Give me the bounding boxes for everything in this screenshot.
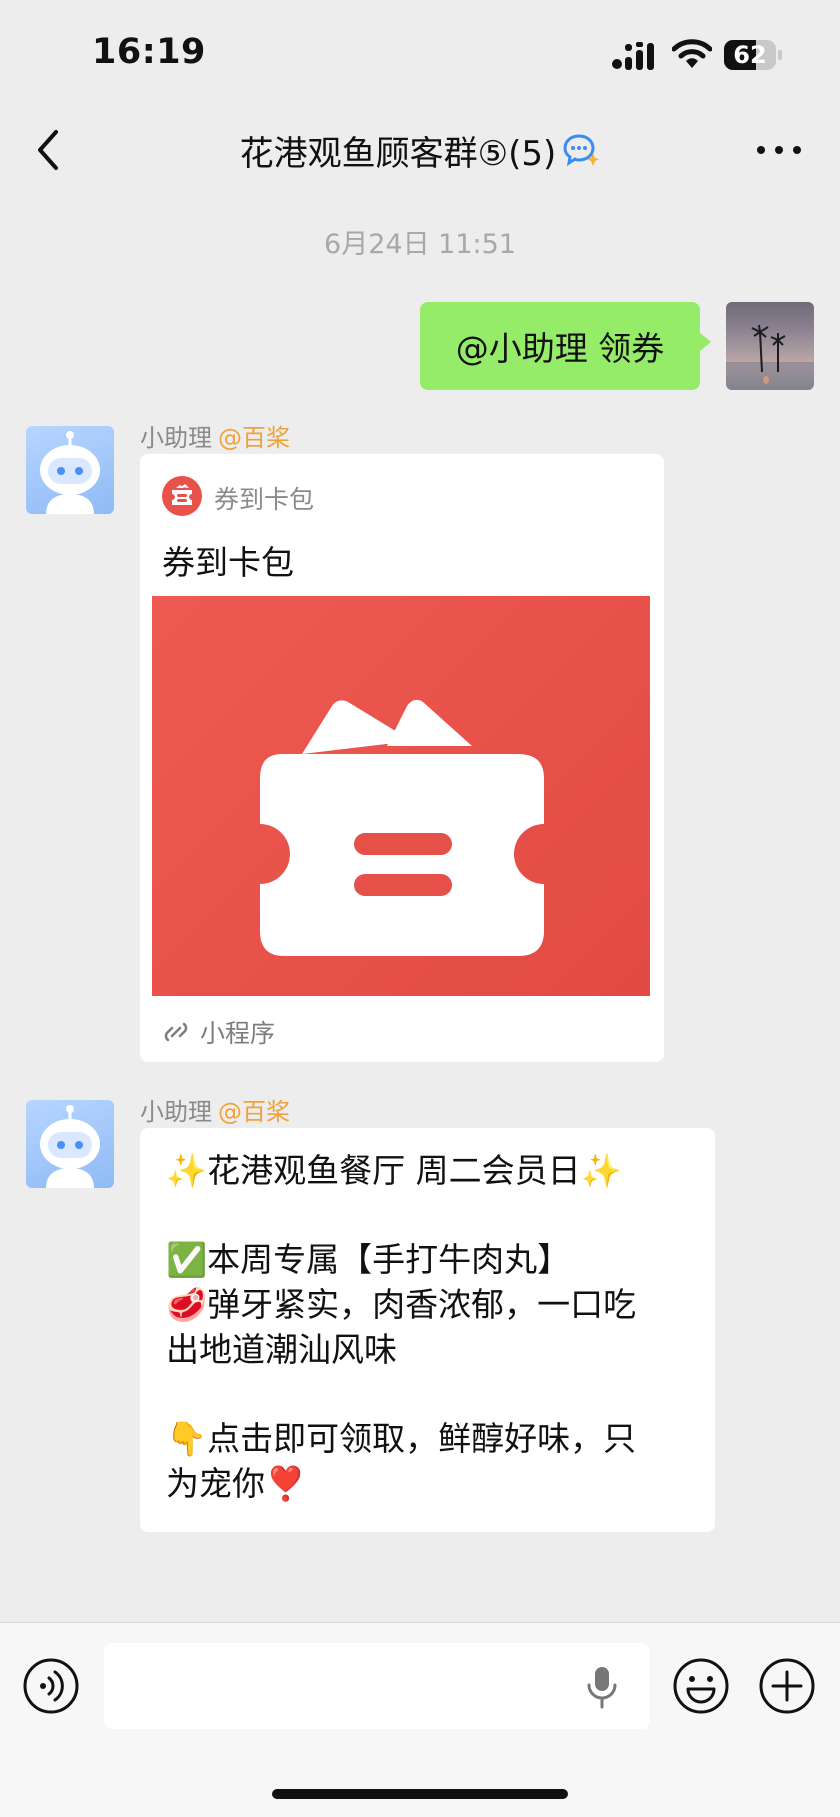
message-line: ✅本周专属【手打牛肉丸】 — [166, 1240, 571, 1279]
palm-tree-photo — [726, 324, 814, 390]
chat-ai-icon[interactable] — [562, 133, 600, 167]
mini-program-card[interactable]: 券到卡包 券到卡包 小程序 — [140, 454, 664, 1062]
status-bar: 16:19 62 — [0, 0, 840, 100]
outgoing-message-bubble[interactable]: @小助理 领券 — [420, 302, 711, 390]
cellular-signal-icon — [612, 42, 654, 70]
emoji-icon[interactable] — [672, 1657, 730, 1715]
mini-program-title: 券到卡包 — [162, 543, 294, 582]
mini-program-logo-icon — [162, 476, 202, 516]
bot-avatar[interactable] — [26, 426, 114, 514]
mini-program-link-icon — [164, 1022, 188, 1042]
wifi-icon — [672, 39, 712, 68]
message-line: 🥩弹牙紧实，肉香浓郁，一口吃 — [166, 1285, 637, 1324]
microphone-icon[interactable] — [586, 1665, 618, 1709]
coupon-wallet-icon — [260, 699, 544, 956]
mini-program-cover-image — [152, 596, 650, 996]
message-line: 出地道潮汕风味 — [166, 1330, 397, 1369]
mini-program-name: 券到卡包 — [214, 485, 315, 514]
input-bar — [0, 1622, 840, 1817]
robot-icon — [40, 1105, 100, 1188]
message-timestamp: 6月24日 11:51 — [324, 229, 516, 260]
robot-icon — [40, 431, 100, 514]
nav-title-group: 花港观鱼顾客群⑤(5) — [0, 124, 840, 176]
message-input[interactable] — [104, 1643, 650, 1729]
plus-icon[interactable] — [758, 1657, 816, 1715]
sender-name: 小助理 — [140, 1098, 212, 1126]
message-line: 为宠你❣️ — [166, 1464, 307, 1503]
message-line: ✨花港观鱼餐厅 周二会员日✨ — [166, 1151, 622, 1190]
nav-bar: 花港观鱼顾客群⑤(5) — [0, 100, 840, 200]
chat-title: 花港观鱼顾客群⑤(5) — [239, 133, 557, 174]
mini-program-footer: 小程序 — [162, 1014, 275, 1050]
sender-tag: @百桨 — [218, 1098, 290, 1126]
outgoing-message-text: @小助理 领券 — [455, 329, 665, 368]
status-time: 16:19 — [92, 32, 206, 72]
self-avatar[interactable] — [726, 302, 814, 390]
battery-level: 62 — [733, 41, 767, 69]
message-line: 👇点击即可领取，鲜醇好味，只 — [166, 1419, 637, 1458]
ellipsis-icon[interactable] — [754, 140, 804, 160]
sender-name: 小助理 — [140, 424, 212, 452]
voice-icon[interactable] — [22, 1657, 80, 1715]
sender-label: 小助理 @百桨 — [140, 418, 290, 453]
battery-icon: 62 — [724, 40, 782, 70]
home-indicator[interactable] — [272, 1789, 568, 1799]
sender-tag: @百桨 — [218, 424, 290, 452]
bot-avatar[interactable] — [26, 1100, 114, 1188]
sender-label: 小助理 @百桨 — [140, 1092, 290, 1127]
text-message-bubble[interactable]: ✨花港观鱼餐厅 周二会员日✨ ✅本周专属【手打牛肉丸】 🥩弹牙紧实，肉香浓郁，一… — [140, 1128, 715, 1532]
mini-program-footer-label: 小程序 — [200, 1019, 276, 1048]
